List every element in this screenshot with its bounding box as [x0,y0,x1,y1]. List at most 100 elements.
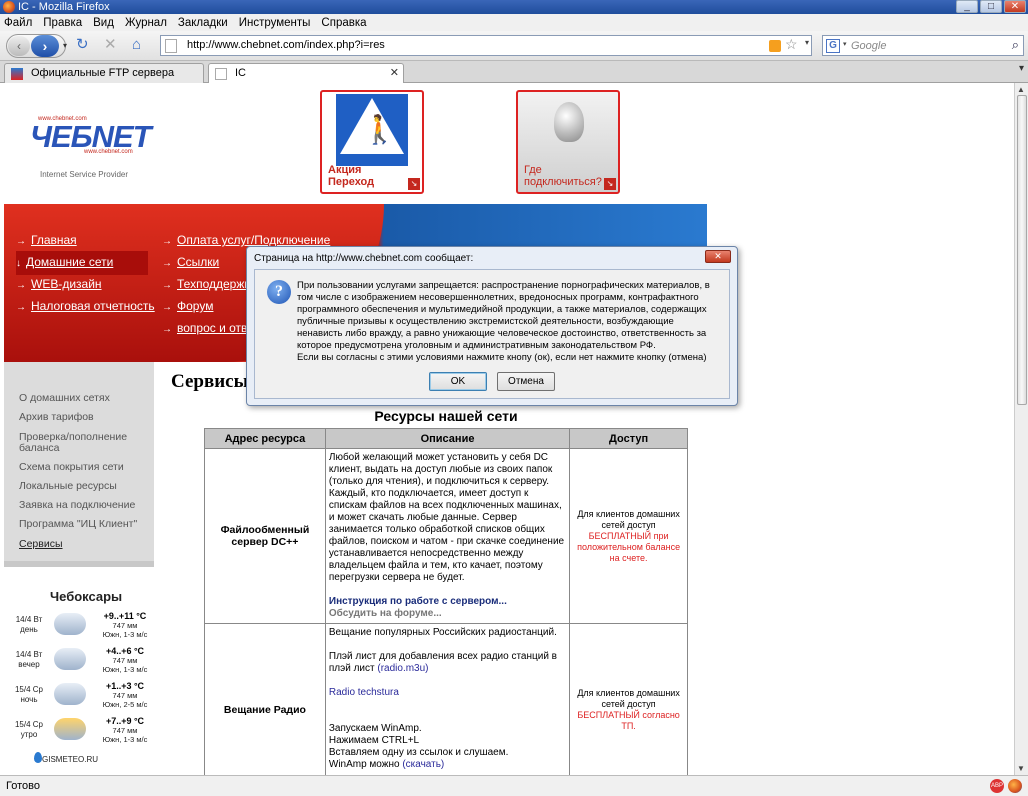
rss-icon[interactable] [769,40,781,52]
ok-button[interactable]: OK [429,372,487,391]
search-go-icon[interactable]: ⌕ [1012,37,1019,53]
scroll-up-icon[interactable]: ▲ [1017,85,1025,94]
forum-link[interactable]: Обсудить на форуме... [329,608,566,620]
nav-tax-reports[interactable]: → Налоговая отчетность [16,295,155,319]
dialog-close-button[interactable]: ✕ [705,250,731,263]
tab-list-icon[interactable]: ▾ [1019,63,1024,74]
sidebar-item-about[interactable]: О домашних сетях [19,393,110,404]
tab-ftp[interactable]: Официальные FTP сервера опуст... [4,63,204,97]
menu-help[interactable]: Справка [321,17,366,29]
resource-description: Вещание популярных Российских радиостанц… [324,623,571,775]
arrow-icon: → [162,302,172,313]
sidebar-item-balance[interactable]: Проверка/пополнение баланса [19,432,139,454]
search-engine-icon[interactable]: G [826,39,840,53]
stop-icon[interactable]: ✕ [104,37,117,52]
weather-city: Чебоксары [50,589,123,604]
resource-access: Для клиентов домашних сетей доступ БЕСПЛ… [569,448,688,624]
navigation-toolbar: ‹ › ▾ ↻ ✕ ⌂ http://www.chebnet.com/index… [0,31,1028,61]
drop-icon [34,752,42,763]
winamp-download-link[interactable]: (скачать) [402,759,444,770]
menu-file[interactable]: Файл [4,17,32,29]
logo-subtitle: Internet Service Provider [40,170,129,179]
reload-icon[interactable]: ↻ [76,37,89,52]
nav-web-design[interactable]: → WEB-дизайн [16,273,102,297]
sidebar-item-local[interactable]: Локальные ресурсы [19,481,117,492]
nav-main[interactable]: → Главная [16,229,77,253]
sidebar-item-tariffs[interactable]: Архив тарифов [19,412,94,423]
weather-day: 14/4 Вт день [15,615,43,634]
menu-history[interactable]: Журнал [125,17,167,29]
table-row: Файлообменный сервер DC++ Любой желающий… [204,448,688,624]
search-engine-dropdown-icon[interactable]: ▾ [843,40,847,48]
vertical-scrollbar[interactable]: ▲ ▼ [1014,83,1028,775]
sidebar-item-client[interactable]: Программа "ИЦ Клиент" [19,519,137,530]
cloud-icon [54,613,86,635]
nav-qa[interactable]: → вопрос и ответ [162,317,259,341]
menubar: Файл Правка Вид Журнал Закладки Инструме… [0,14,1028,31]
column-header: Описание [324,428,571,449]
menu-tools[interactable]: Инструменты [239,17,311,29]
firefox-icon [3,1,15,13]
web-page: www.chebnet.com ЧЕБNET www.chebnet.com I… [4,83,1014,775]
weather-details: 747 мм Южн, 1-3 м/с [102,726,148,744]
search-placeholder[interactable]: Google [851,40,886,52]
back-button[interactable]: ‹ [8,36,30,56]
maximize-button[interactable]: □ [980,0,1002,13]
weather-details: 747 мм Южн, 1-3 м/с [102,621,148,639]
page-title: Сервисы [171,371,249,392]
tab-ic[interactable]: IC ✕ [208,63,404,84]
nav-forum[interactable]: → Форум [162,295,213,319]
url-bar[interactable]: http://www.chebnet.com/index.php?i=res ☆… [160,35,812,56]
promo-banner-crossing[interactable]: 🚶 Акция Переход ↘ [320,90,424,194]
resource-name: Вещание Радио [204,623,326,775]
weather-row: 14/4 Вт день +9..+11 °C 747 мм Южн, 1-3 … [4,611,154,645]
tab-bar: Официальные FTP сервера опуст... IC ✕ ▾ [0,61,1028,97]
playlist-link[interactable]: (radio.m3u) [377,663,428,674]
arrow-icon: → [162,258,172,269]
home-icon[interactable]: ⌂ [132,37,141,52]
search-box[interactable]: G ▾ Google ⌕ [822,35,1024,56]
back-forward-group: ‹ › ▾ [6,34,67,58]
arrow-icon: ↘ [604,178,616,190]
menu-bookmarks[interactable]: Закладки [178,17,228,29]
scroll-down-icon[interactable]: ▼ [1017,764,1025,773]
tab-favicon-icon [11,68,23,80]
instruction-link[interactable]: Инструкция по работе с сервером... [329,596,566,608]
url-text[interactable]: http://www.chebnet.com/index.php?i=res [187,39,385,51]
close-window-button[interactable]: ✕ [1004,0,1026,13]
sidebar-item-request[interactable]: Заявка на подключение [19,500,135,511]
gismeteo-link[interactable]: GISMETEO.RU [34,752,98,764]
bookmark-star-icon[interactable]: ☆ [785,36,798,53]
promo-banner-connect[interactable]: Где подключиться? ↘ [516,90,620,194]
menu-view[interactable]: Вид [93,17,114,29]
weather-temp: +7..+9 °C [105,716,145,726]
cancel-button[interactable]: Отмена [497,372,555,391]
sidebar-item-services[interactable]: Сервисы [19,539,63,550]
minimize-button[interactable]: _ [956,0,978,13]
sidebar-item-coverage[interactable]: Схема покрытия сети [19,462,124,473]
resource-access: Для клиентов домашних сетей доступ БЕСПЛ… [569,623,688,775]
arrow-icon: ↘ [408,178,420,190]
adblock-icon[interactable]: ABP [990,779,1004,793]
resource-name: Файлообменный сервер DC++ [204,448,326,624]
chebnet-logo[interactable]: www.chebnet.com ЧЕБNET www.chebnet.com I… [16,116,156,209]
resources-table: Адрес ресурса Описание Доступ Файлообмен… [204,428,688,775]
page-favicon [165,39,177,53]
tab-close-icon[interactable]: ✕ [390,64,399,82]
lightbulb-icon [554,102,584,142]
nav-support[interactable]: → Техподдержка [162,273,257,297]
status-text: Готово [6,780,40,792]
nav-home-networks[interactable]: ↓ Домашние сети [16,251,148,275]
history-dropdown-icon[interactable]: ▾ [63,35,67,57]
scrollbar-thumb[interactable] [1017,95,1027,405]
forward-button[interactable]: › [31,35,59,57]
nav-links[interactable]: → Ссылки [162,251,219,275]
firefox-status-icon[interactable] [1008,779,1022,793]
weather-day: 14/4 Вт вечер [15,650,43,669]
resources-section: Ресурсы нашей сети Адрес ресурса Описани… [204,408,688,775]
radio-link[interactable]: Radio techstura [329,687,566,699]
arrow-icon: → [16,280,26,291]
url-dropdown-icon[interactable]: ▾ [805,38,809,47]
menu-edit[interactable]: Правка [43,17,82,29]
banner-caption: Где подключиться? [524,164,602,188]
